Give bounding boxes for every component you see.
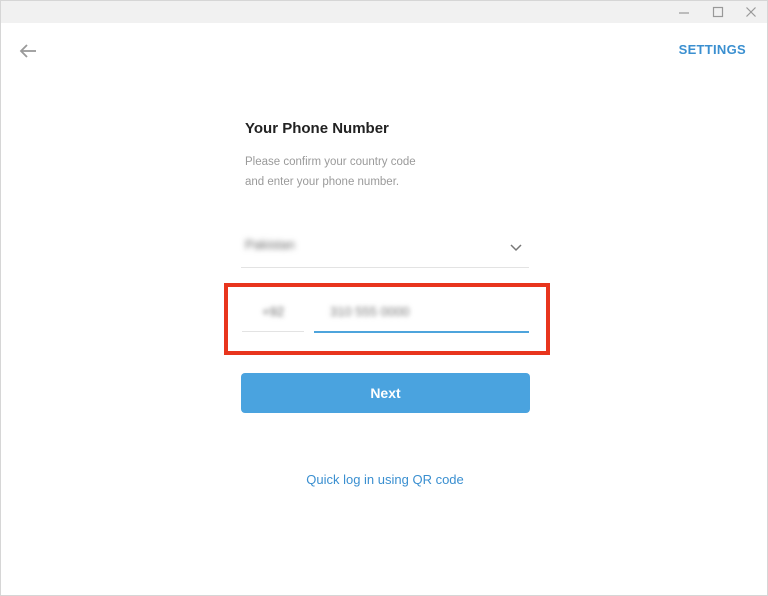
description-line-2: and enter your phone number.	[245, 176, 400, 188]
page-description: Please confirm your country code and ent…	[245, 152, 505, 192]
page-title: Your Phone Number	[245, 120, 389, 137]
highlight-box	[224, 283, 550, 355]
chevron-down-icon	[509, 240, 523, 254]
title-bar	[1, 1, 767, 23]
qr-login-link[interactable]: Quick log in using QR code	[306, 472, 464, 487]
settings-button[interactable]: SETTINGS	[679, 42, 746, 57]
maximize-icon[interactable]	[703, 1, 733, 23]
arrow-left-icon[interactable]	[17, 39, 41, 63]
description-line-1: Please confirm your country code	[245, 156, 416, 168]
country-select[interactable]: Pakistan	[241, 227, 529, 268]
qr-login-container: Quick log in using QR code	[1, 472, 768, 487]
close-icon[interactable]	[736, 1, 766, 23]
app-window: SETTINGS Your Phone Number Please confir…	[0, 0, 768, 596]
next-button[interactable]: Next	[241, 373, 530, 413]
country-value: Pakistan	[245, 237, 295, 252]
minimize-icon[interactable]	[669, 1, 699, 23]
